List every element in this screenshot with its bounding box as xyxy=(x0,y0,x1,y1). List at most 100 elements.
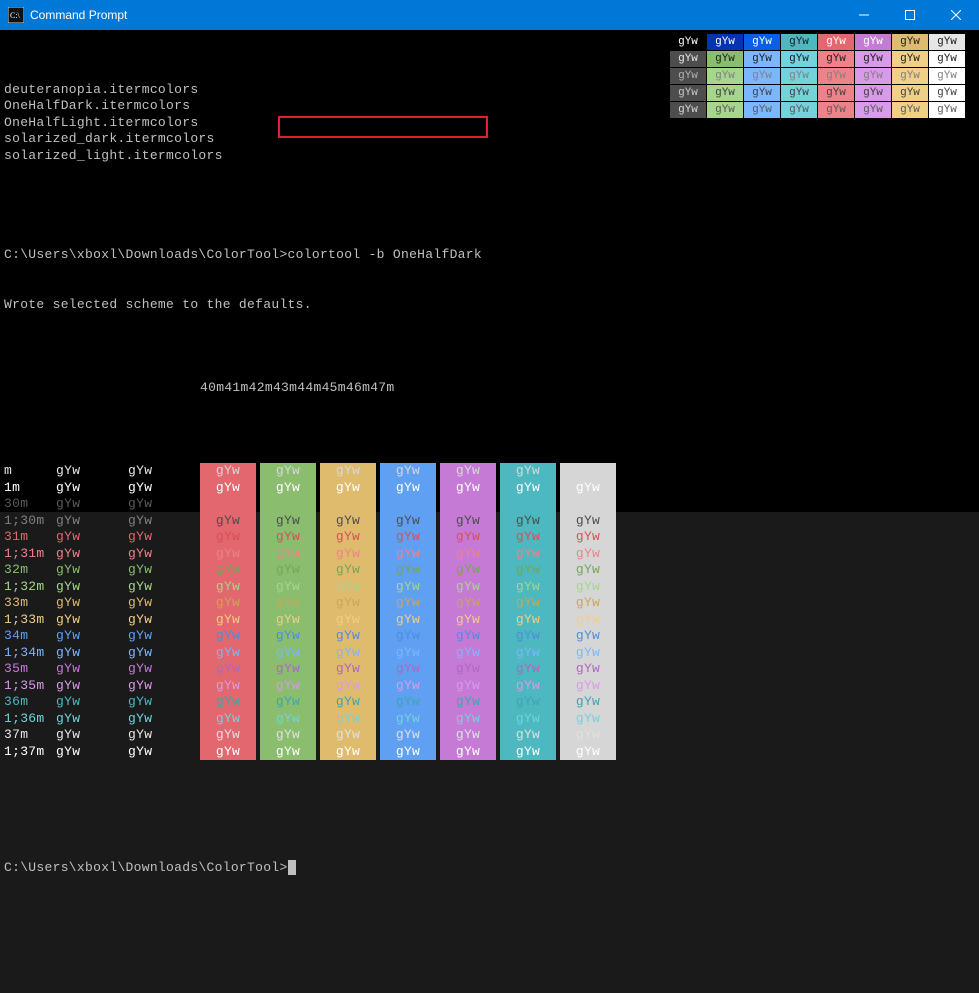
color-cell: gYw xyxy=(560,529,616,546)
color-cell xyxy=(440,496,496,513)
color-cell xyxy=(380,496,436,513)
color-cell: gYw xyxy=(320,480,376,497)
palette-swatch: gYw xyxy=(855,85,891,101)
palette-swatch: gYw xyxy=(670,68,706,84)
color-cell: gYw xyxy=(260,612,316,629)
color-cell: gYw xyxy=(200,513,256,530)
palette-swatch: gYw xyxy=(929,68,965,84)
palette-swatch: gYw xyxy=(670,51,706,67)
color-cell: gYw xyxy=(500,661,556,678)
color-cell: gYw xyxy=(260,579,316,596)
close-button[interactable] xyxy=(933,0,979,30)
palette-swatch: gYw xyxy=(670,34,706,50)
color-cell: gYw xyxy=(440,678,496,695)
palette-swatch: gYw xyxy=(707,85,743,101)
color-cell: gYw xyxy=(380,463,436,480)
color-cell: gYw xyxy=(380,744,436,761)
color-cell: gYw xyxy=(560,727,616,744)
color-cell: gYw xyxy=(200,480,256,497)
color-cell: gYw xyxy=(440,562,496,579)
color-cell: gYw xyxy=(560,562,616,579)
color-cell: gYw xyxy=(500,612,556,629)
color-cell: gYw xyxy=(380,546,436,563)
color-cell: gYw xyxy=(440,529,496,546)
bg-header-cell: 44m xyxy=(297,380,321,395)
palette-swatch: gYw xyxy=(707,51,743,67)
color-row: 35mgYwgYwgYwgYwgYwgYwgYwgYwgYw xyxy=(4,661,975,678)
color-cell: gYw xyxy=(500,645,556,662)
color-cell: gYw xyxy=(260,628,316,645)
color-cell: gYw xyxy=(260,694,316,711)
palette-swatch: gYw xyxy=(892,85,928,101)
color-cell: gYw xyxy=(260,529,316,546)
color-cell: gYw xyxy=(380,513,436,530)
cmd-icon: C:\ xyxy=(8,7,24,23)
palette-swatch: gYw xyxy=(818,102,854,118)
color-cell: gYw xyxy=(200,727,256,744)
color-cell: gYw xyxy=(380,711,436,728)
palette-swatch: gYw xyxy=(744,68,780,84)
color-cell: gYw xyxy=(440,513,496,530)
color-cell: gYw xyxy=(320,744,376,761)
color-cell xyxy=(320,496,376,513)
palette-swatch: gYw xyxy=(707,34,743,50)
palette-swatch: gYw xyxy=(855,68,891,84)
color-cell: gYw xyxy=(560,661,616,678)
svg-text:C:\: C:\ xyxy=(10,11,21,20)
color-row: 1;32mgYwgYwgYwgYwgYwgYwgYwgYwgYw xyxy=(4,579,975,596)
palette-swatch: gYw xyxy=(929,51,965,67)
color-cell: gYw xyxy=(560,579,616,596)
color-cell: gYw xyxy=(560,612,616,629)
color-cell: gYw xyxy=(560,694,616,711)
window-buttons xyxy=(841,0,979,30)
color-cell: gYw xyxy=(200,711,256,728)
terminal-body[interactable]: deuteranopia.itermcolorsOneHalfDark.iter… xyxy=(0,30,979,512)
color-row: 1mgYwgYwgYwgYwgYwgYwgYwgYwgYw xyxy=(4,480,975,497)
color-cell: gYw xyxy=(200,562,256,579)
palette-swatch: gYw xyxy=(781,85,817,101)
minimize-button[interactable] xyxy=(841,0,887,30)
file-listing-line: solarized_dark.itermcolors xyxy=(4,131,975,148)
color-cell: gYw xyxy=(320,546,376,563)
color-cell: gYw xyxy=(260,463,316,480)
palette-swatch: gYw xyxy=(781,51,817,67)
palette-swatch: gYw xyxy=(892,34,928,50)
color-cell xyxy=(260,496,316,513)
color-cell: gYw xyxy=(560,595,616,612)
palette-swatch: gYw xyxy=(744,51,780,67)
color-cell: gYw xyxy=(440,744,496,761)
color-cell xyxy=(500,496,556,513)
color-cell: gYw xyxy=(200,694,256,711)
palette-swatch: gYw xyxy=(818,34,854,50)
color-cell: gYw xyxy=(200,595,256,612)
color-row: 1;37mgYwgYwgYwgYwgYwgYwgYwgYwgYw xyxy=(4,744,975,761)
color-cell: gYw xyxy=(500,711,556,728)
prompt-line-2: C:\Users\xboxl\Downloads\ColorTool> xyxy=(4,860,975,877)
color-cell: gYw xyxy=(500,579,556,596)
color-cell: gYw xyxy=(560,711,616,728)
palette-swatch: gYw xyxy=(781,34,817,50)
color-cell: gYw xyxy=(560,628,616,645)
color-cell: gYw xyxy=(200,661,256,678)
color-cell: gYw xyxy=(500,546,556,563)
color-cell: gYw xyxy=(320,711,376,728)
color-cell: gYw xyxy=(500,694,556,711)
color-row: 32mgYwgYwgYwgYwgYwgYwgYwgYwgYw xyxy=(4,562,975,579)
color-cell: gYw xyxy=(380,678,436,695)
maximize-button[interactable] xyxy=(887,0,933,30)
palette-swatch: gYw xyxy=(892,68,928,84)
color-row: 1;30mgYwgYwgYwgYwgYwgYwgYwgYwgYw xyxy=(4,513,975,530)
color-cell: gYw xyxy=(500,727,556,744)
palette-swatch: gYw xyxy=(670,85,706,101)
color-cell: gYw xyxy=(440,595,496,612)
bg-header-cell: 47m xyxy=(370,380,394,395)
palette-swatch: gYw xyxy=(707,102,743,118)
color-cell: gYw xyxy=(260,711,316,728)
color-cell: gYw xyxy=(380,529,436,546)
color-cell: gYw xyxy=(320,628,376,645)
color-cell: gYw xyxy=(440,727,496,744)
bg-header-row: 40m41m42m43m44m45m46m47m xyxy=(4,380,975,397)
color-cell: gYw xyxy=(380,645,436,662)
palette-swatch: gYw xyxy=(929,102,965,118)
bg-header-cell: 45m xyxy=(322,380,346,395)
